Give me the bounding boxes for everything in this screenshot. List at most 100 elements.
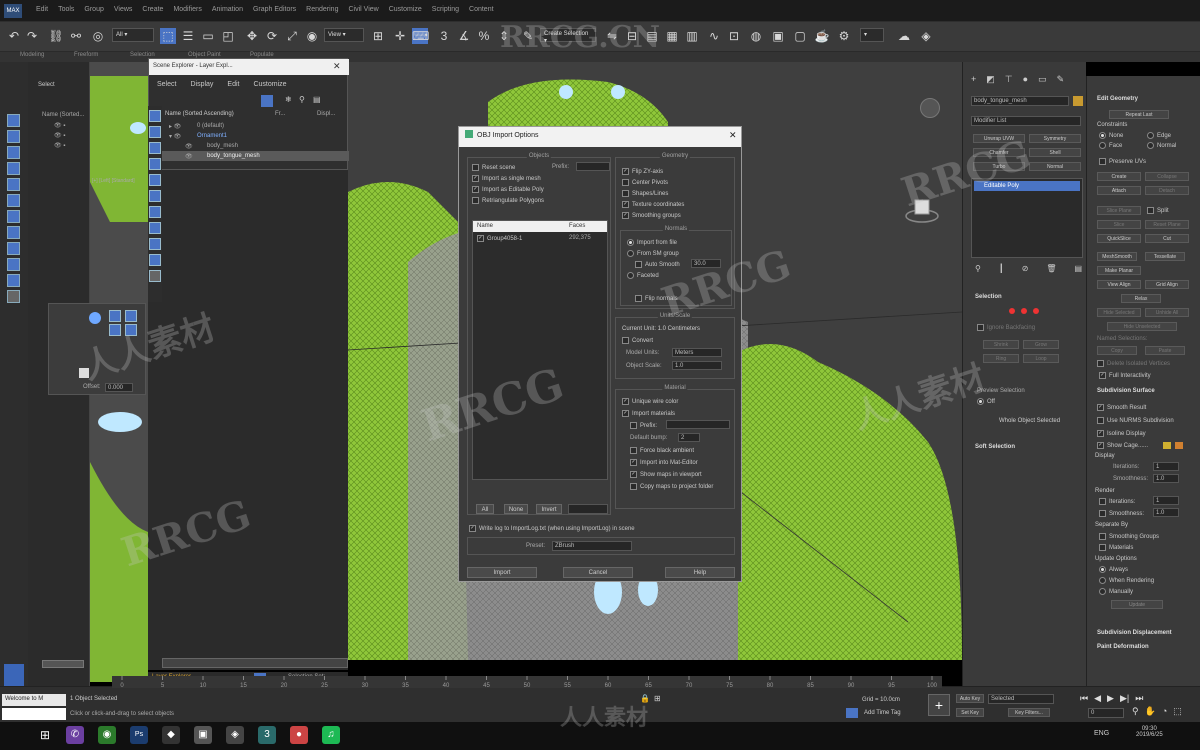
flip-normals-checkbox[interactable]: Flip normals: [635, 295, 678, 302]
lock-selection-icon[interactable]: 🔒: [640, 694, 650, 703]
se-display-all-icon[interactable]: [149, 270, 161, 282]
timeline-ruler[interactable]: 0 5 10 15 20 25 30 35 40 45 50 55 60 65 70 75 80 85 90 95 10…: [112, 676, 942, 689]
se-display-geometry-icon[interactable]: [149, 110, 161, 122]
snaps-icon[interactable]: 3: [436, 28, 452, 44]
modifier-list-dropdown[interactable]: Modifier List: [971, 116, 1081, 126]
render-cloud-icon[interactable]: ☁: [896, 28, 912, 44]
place-icon[interactable]: ◉: [304, 28, 320, 44]
se-row-0[interactable]: ▸ 👁 0 (default): [149, 121, 349, 131]
a360-icon[interactable]: ◈: [918, 28, 934, 44]
objects-col-faces[interactable]: Faces: [569, 223, 585, 229]
viewcube-home-icon[interactable]: [920, 98, 940, 118]
app-icon-6[interactable]: ◈: [226, 726, 244, 744]
se-row-eye-icon[interactable]: 👁: [185, 153, 193, 160]
obj-dialog-titlebar[interactable]: OBJ Import Options ✕: [459, 127, 741, 147]
se-row-expand-icon[interactable]: ▾ 👁: [169, 133, 181, 140]
flip-zy-checkbox[interactable]: Flip ZY-axis: [622, 168, 663, 175]
constraint-face-radio[interactable]: Face: [1099, 142, 1122, 149]
percent-snap-icon[interactable]: %: [476, 28, 492, 44]
menu-item[interactable]: Scripting: [432, 6, 459, 13]
prev-frame-icon[interactable]: ◀: [1094, 693, 1101, 704]
rect-selection-icon[interactable]: ▭: [200, 28, 216, 44]
ribbon-tab-freeform[interactable]: Freeform: [74, 52, 98, 58]
display-invert-icon[interactable]: [7, 146, 20, 159]
meshsmooth-button[interactable]: MeshSmooth: [1097, 252, 1137, 261]
zoom-icon[interactable]: ⚲: [1132, 706, 1139, 717]
se-column-fr[interactable]: Fr...: [275, 111, 285, 117]
auto-smooth-input[interactable]: 30.0: [691, 259, 721, 268]
editable-poly-checkbox[interactable]: Import as Editable Poly: [472, 186, 544, 193]
objects-all-button[interactable]: All: [476, 504, 494, 514]
scene-explorer-hscroll[interactable]: [162, 658, 348, 668]
mirror-icon[interactable]: ⇋: [604, 28, 620, 44]
pin-stack-icon[interactable]: ⚲: [975, 264, 981, 273]
mod-symmetry-button[interactable]: Symmetry: [1029, 134, 1081, 143]
center-pivots-checkbox[interactable]: Center Pivots: [622, 179, 668, 186]
cage-color-1[interactable]: [1163, 442, 1171, 449]
stack-item[interactable]: Editable Poly: [974, 181, 1080, 191]
slice-plane-button[interactable]: Slice Plane: [1097, 206, 1141, 215]
fp-tool-icon-1[interactable]: [109, 310, 121, 322]
constraint-normal-radio[interactable]: Normal: [1147, 142, 1176, 149]
unhide-all-button[interactable]: Unhide All: [1145, 308, 1189, 317]
paste-button[interactable]: Paste: [1145, 346, 1185, 355]
absolute-mode-icon[interactable]: ⊞: [654, 694, 661, 703]
material-prefix-input[interactable]: [666, 420, 730, 429]
slice-button[interactable]: Slice: [1097, 220, 1141, 229]
grid-align-button[interactable]: Grid Align: [1145, 280, 1189, 289]
material-prefix-checkbox[interactable]: Prefix:: [630, 422, 657, 429]
se-display-bones-icon[interactable]: [149, 238, 161, 250]
bg-eye-icon-2[interactable]: 👁 ▪: [54, 132, 65, 139]
add-time-tag[interactable]: Add Time Tag: [864, 710, 901, 716]
maxscript-mini-listener[interactable]: Welcome to M: [2, 694, 66, 706]
sub-displacement-header[interactable]: Subdivision Displacement: [1097, 630, 1172, 636]
ref-coord-dropdown[interactable]: View ▾: [324, 28, 364, 42]
copy-button[interactable]: Copy: [1097, 346, 1137, 355]
menu-item[interactable]: Group: [84, 6, 103, 13]
update-manually-radio[interactable]: Manually: [1099, 588, 1133, 595]
spinner-snap-icon[interactable]: ⇕: [496, 28, 512, 44]
reset-scene-checkbox[interactable]: Reset scene: [472, 164, 515, 171]
objects-col-name[interactable]: Name: [477, 223, 493, 229]
se-display-containers-icon[interactable]: [149, 254, 161, 266]
schematic-view-icon[interactable]: ⊡: [726, 28, 742, 44]
objects-list-row[interactable]: Group4058-1 292,375: [473, 233, 607, 243]
undo-icon[interactable]: ↶: [6, 28, 22, 44]
auto-key-button[interactable]: Auto Key: [956, 694, 984, 703]
menu-item[interactable]: Modifiers: [173, 6, 201, 13]
use-nurms-checkbox[interactable]: Use NURMS Subdivision: [1097, 417, 1174, 424]
display-xrefs-icon[interactable]: [7, 274, 20, 287]
curve-editor-icon[interactable]: ∿: [706, 28, 722, 44]
pivot-icon[interactable]: ⊞: [370, 28, 386, 44]
menu-item[interactable]: Animation: [212, 6, 243, 13]
cancel-button[interactable]: Cancel: [563, 567, 633, 578]
tessellate-button[interactable]: Tessellate: [1145, 252, 1185, 261]
mod-unwrap-button[interactable]: Unwrap UVW: [973, 134, 1025, 143]
se-row-eye-icon[interactable]: 👁: [185, 143, 193, 150]
firefox-icon[interactable]: ●: [290, 726, 308, 744]
render-iterations-input[interactable]: 1: [1153, 496, 1179, 505]
toggle-ribbon-icon[interactable]: ▥: [684, 28, 700, 44]
selection-filter-dropdown[interactable]: All ▾: [112, 28, 154, 42]
display-bones-icon[interactable]: [7, 290, 20, 303]
delete-isolated-checkbox[interactable]: Delete Isolated Vertices: [1097, 360, 1170, 367]
cage-color-2[interactable]: [1175, 442, 1183, 449]
edit-named-sets-icon[interactable]: ✎: [520, 28, 536, 44]
fp-tool-icon-3[interactable]: [109, 324, 121, 336]
move-icon[interactable]: ✥: [244, 28, 260, 44]
ribbon-tab-modeling[interactable]: Modeling: [20, 52, 44, 58]
loop-button[interactable]: Loop: [1023, 354, 1059, 363]
ring-button[interactable]: Ring: [983, 354, 1019, 363]
object-scale-input[interactable]: 1.0: [672, 361, 722, 370]
se-row-3[interactable]: 👁 body_tongue_mesh: [149, 151, 349, 161]
render-smoothness-input[interactable]: 1.0: [1153, 508, 1179, 517]
se-hierarchy-icon[interactable]: ⚲: [299, 95, 305, 104]
toggle-scene-explorer-icon[interactable]: ▤: [644, 28, 660, 44]
object-name-field[interactable]: body_tongue_mesh: [971, 96, 1069, 106]
force-black-checkbox[interactable]: Force black ambient: [630, 447, 694, 454]
into-mat-editor-checkbox[interactable]: Import into Mat-Editor: [630, 459, 698, 466]
show-end-result-icon[interactable]: ┃: [999, 264, 1004, 273]
constraint-none-radio[interactable]: None: [1099, 132, 1123, 139]
preview-off-radio[interactable]: Off: [977, 398, 995, 405]
pan-icon[interactable]: ✋: [1145, 706, 1156, 717]
